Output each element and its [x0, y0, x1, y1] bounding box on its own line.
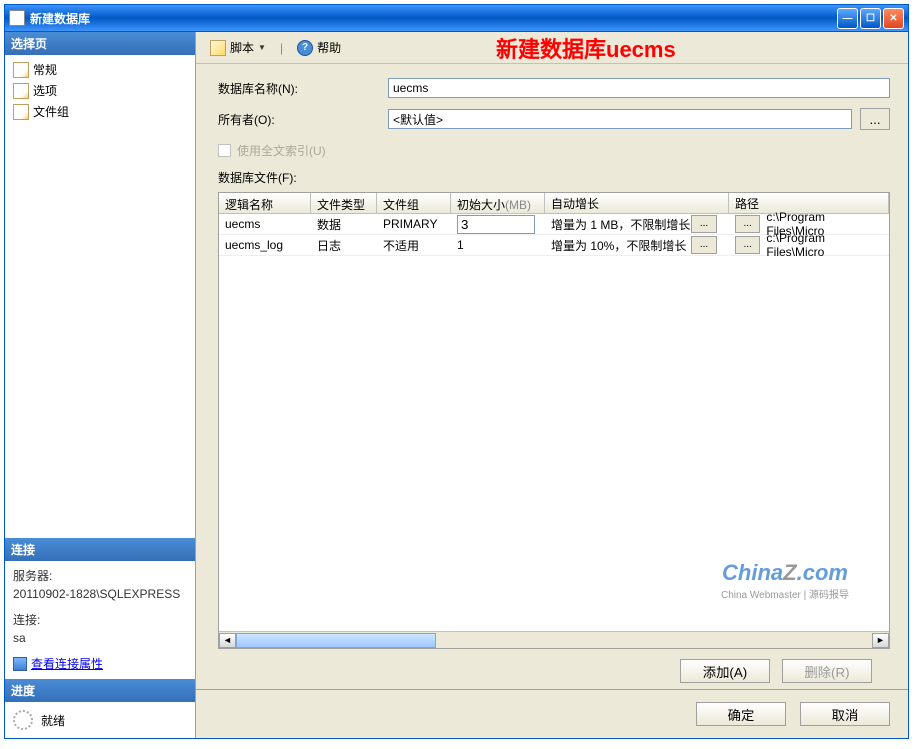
db-name-input[interactable]	[388, 78, 890, 98]
column-header-file-type[interactable]: 文件类型	[311, 193, 377, 213]
ok-button[interactable]: 确定	[696, 702, 786, 726]
column-header-logic-name[interactable]: 逻辑名称	[219, 193, 311, 213]
progress-status: 就绪	[41, 712, 65, 729]
server-value: 20110902-1828\SQLEXPRESS	[13, 585, 187, 603]
sidebar-item-filegroups[interactable]: 文件组	[5, 101, 195, 122]
annotation-overlay: 新建数据库uecms	[496, 32, 676, 64]
cell-path[interactable]: ... c:\Program Files\Micro	[729, 229, 889, 261]
cell-autogrow[interactable]: 增量为 1 MB，不限制增长 ...	[545, 213, 729, 235]
cell-logic-name[interactable]: uecms_log	[219, 236, 311, 254]
help-icon: ?	[297, 40, 313, 56]
autogrow-browse-button[interactable]: ...	[691, 215, 717, 233]
cell-autogrow[interactable]: 增量为 10%，不限制增长 ...	[545, 234, 729, 256]
cell-logic-name[interactable]: uecms	[219, 215, 311, 233]
path-browse-button[interactable]: ...	[735, 236, 760, 254]
server-icon	[13, 657, 27, 671]
sidebar: 选择页 常规 选项 文件组 连接 服务器:	[5, 32, 196, 738]
titlebar[interactable]: 新建数据库 — ☐ ✕	[5, 5, 908, 31]
horizontal-scrollbar[interactable]: ◄ ►	[219, 631, 889, 648]
window-title: 新建数据库	[30, 10, 837, 27]
script-dropdown-button[interactable]: 脚本 ▼	[204, 37, 272, 58]
sidebar-item-label: 选项	[33, 82, 57, 99]
progress-header: 进度	[5, 679, 195, 702]
scroll-thumb[interactable]	[236, 633, 436, 648]
sidebar-item-options[interactable]: 选项	[5, 80, 195, 101]
chevron-down-icon: ▼	[258, 43, 266, 52]
table-row[interactable]: uecms_log 日志 不适用 1 增量为 10%，不限制增长 ... ...…	[219, 235, 889, 256]
sidebar-item-label: 文件组	[33, 103, 69, 120]
scroll-right-button[interactable]: ►	[872, 633, 889, 648]
page-icon	[13, 83, 29, 99]
fulltext-label: 使用全文索引(U)	[237, 142, 326, 159]
form-area: 数据库名称(N): 所有者(O): ... 使用全文索引(U)	[196, 64, 908, 169]
cell-file-group[interactable]: PRIMARY	[377, 215, 451, 233]
column-header-file-group[interactable]: 文件组	[377, 193, 451, 213]
owner-browse-button[interactable]: ...	[860, 108, 890, 130]
delete-button: 删除(R)	[782, 659, 872, 683]
cell-file-type[interactable]: 数据	[311, 214, 377, 235]
db-name-label: 数据库名称(N):	[218, 80, 388, 97]
toolbar: 脚本 ▼ | ? 帮助 新建数据库uecms	[196, 32, 908, 64]
connection-header: 连接	[5, 538, 195, 561]
page-icon	[13, 104, 29, 120]
files-table: 逻辑名称 文件类型 文件组 初始大小(MB) 自动增长 路径 uecms 数据	[218, 192, 890, 649]
script-icon	[210, 40, 226, 56]
connection-value: sa	[13, 629, 187, 647]
minimize-button[interactable]: —	[837, 8, 858, 29]
sidebar-item-general[interactable]: 常规	[5, 59, 195, 80]
column-header-autogrow[interactable]: 自动增长	[545, 193, 729, 213]
server-label: 服务器:	[13, 567, 187, 585]
files-section-label: 数据库文件(F):	[218, 169, 890, 186]
autogrow-browse-button[interactable]: ...	[691, 236, 717, 254]
cancel-button[interactable]: 取消	[800, 702, 890, 726]
cell-file-type[interactable]: 日志	[311, 235, 377, 256]
maximize-button[interactable]: ☐	[860, 8, 881, 29]
cell-init-size[interactable]: 1	[451, 236, 545, 254]
owner-label: 所有者(O):	[218, 111, 388, 128]
select-page-header: 选择页	[5, 32, 195, 55]
view-connection-properties-link[interactable]: 查看连接属性	[13, 655, 187, 673]
column-header-init-size[interactable]: 初始大小(MB)	[451, 193, 545, 213]
close-button[interactable]: ✕	[883, 8, 904, 29]
sidebar-item-label: 常规	[33, 61, 57, 78]
owner-input[interactable]	[388, 109, 852, 129]
app-icon	[9, 10, 25, 26]
toolbar-separator: |	[280, 41, 283, 55]
page-icon	[13, 62, 29, 78]
connection-label: 连接:	[13, 611, 187, 629]
watermark: ChinaZ.com China Webmaster | 源码报导	[721, 560, 849, 601]
cell-file-group[interactable]: 不适用	[377, 235, 451, 256]
scroll-left-button[interactable]: ◄	[219, 633, 236, 648]
add-button[interactable]: 添加(A)	[680, 659, 770, 683]
help-button[interactable]: ? 帮助	[291, 37, 347, 58]
progress-spinner-icon	[13, 710, 33, 730]
cell-init-size[interactable]	[451, 213, 545, 236]
fulltext-checkbox	[218, 144, 231, 157]
